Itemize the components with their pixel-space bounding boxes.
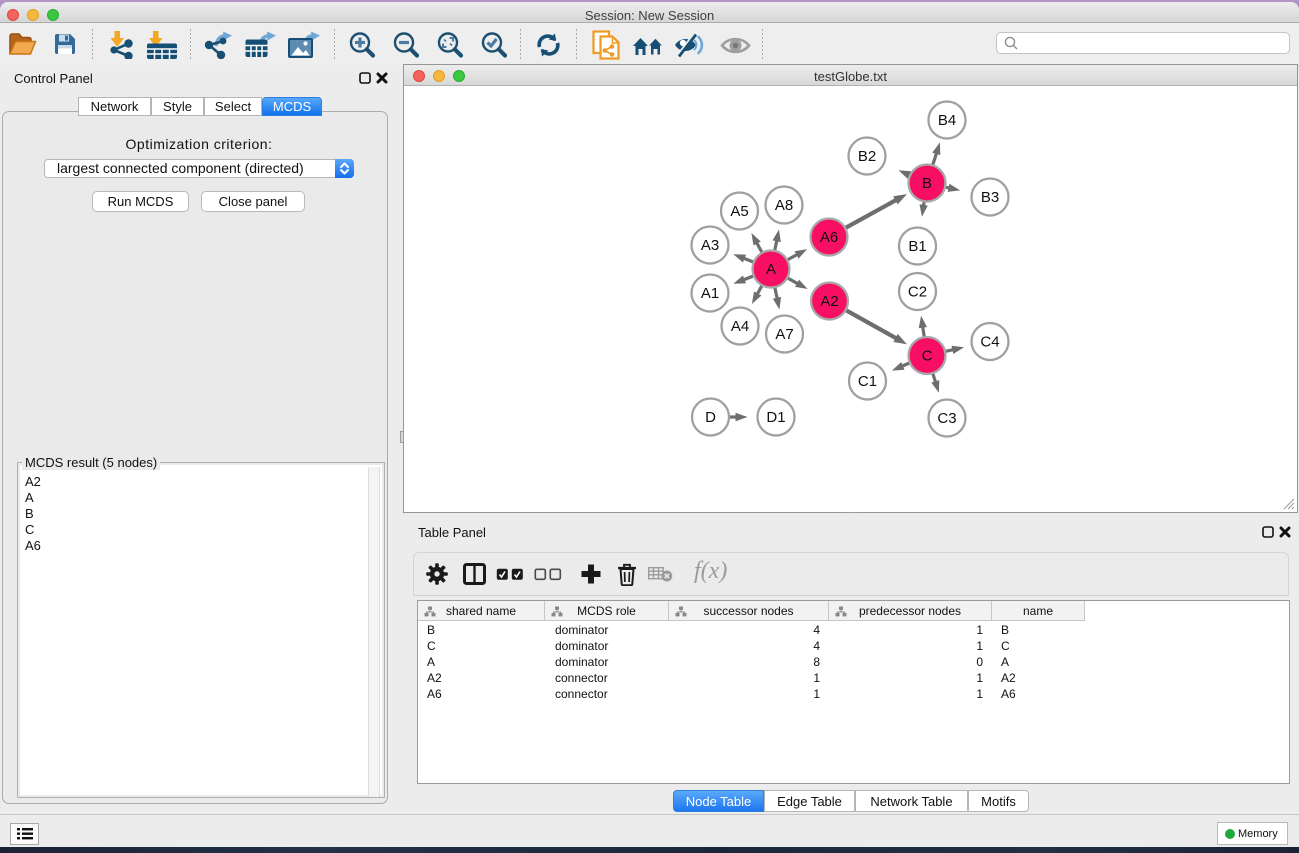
svg-text:A: A (766, 261, 776, 278)
svg-text:A8: A8 (775, 197, 793, 214)
svg-text:B3: B3 (981, 189, 999, 206)
svg-text:D1: D1 (766, 409, 785, 426)
svg-text:B2: B2 (858, 148, 876, 165)
svg-text:B1: B1 (908, 238, 926, 255)
svg-text:A7: A7 (775, 326, 793, 343)
svg-text:D: D (705, 409, 716, 426)
svg-text:A1: A1 (701, 285, 719, 302)
svg-text:B: B (922, 175, 932, 192)
svg-text:C4: C4 (980, 334, 999, 351)
svg-text:A3: A3 (701, 237, 719, 254)
svg-text:C2: C2 (908, 284, 927, 301)
svg-text:A4: A4 (731, 318, 749, 335)
svg-text:B4: B4 (938, 112, 956, 129)
svg-text:C: C (922, 348, 933, 365)
svg-text:C1: C1 (858, 373, 877, 390)
svg-text:A2: A2 (820, 293, 838, 310)
svg-text:C3: C3 (937, 410, 956, 427)
svg-text:A5: A5 (730, 203, 748, 220)
svg-text:A6: A6 (820, 229, 838, 246)
